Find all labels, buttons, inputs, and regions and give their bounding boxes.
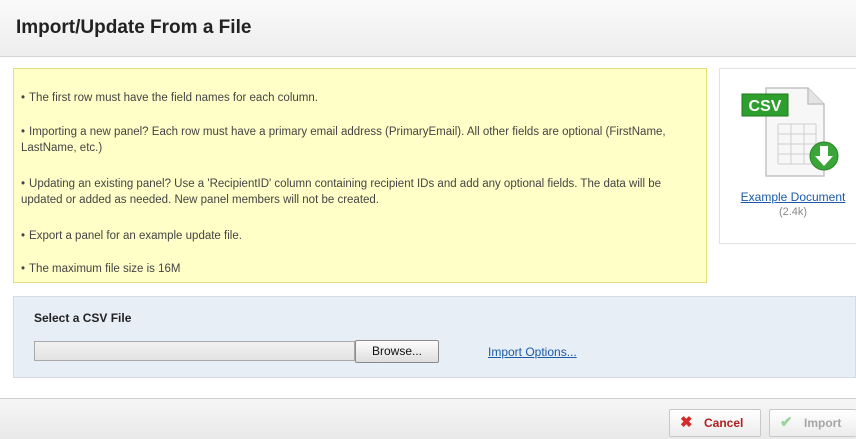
instruction-text: Export a panel for an example update fil… <box>29 230 242 242</box>
example-document-link[interactable]: Example Document <box>728 190 856 204</box>
checkmark-icon: ✔ <box>780 414 793 431</box>
bullet-icon: • <box>21 126 26 138</box>
instruction-text: Importing a new panel? Each row must hav… <box>21 126 666 154</box>
dialog-header: Import/Update From a File <box>0 0 856 57</box>
csv-badge: CSV <box>749 98 782 115</box>
bullet-icon: • <box>21 263 26 275</box>
list-item: • The maximum file size is 16M <box>21 261 701 277</box>
example-document-size: (2.4k) <box>778 206 808 218</box>
list-item: • Updating an existing panel? Use a 'Reci… <box>21 176 701 208</box>
example-document-panel: CSV Example Document (2.4k) <box>719 68 856 244</box>
cancel-button[interactable]: ✖ Cancel <box>669 409 761 437</box>
import-options-link[interactable]: Import Options... <box>488 345 577 359</box>
dialog-title: Import/Update From a File <box>16 17 252 38</box>
bullet-icon: • <box>21 178 26 190</box>
file-path-input[interactable] <box>34 341 355 361</box>
import-label: Import <box>804 416 842 430</box>
list-item: • Importing a new panel? Each row must ha… <box>21 124 701 156</box>
dialog-footer: ✖ Cancel ✔ Import <box>0 398 856 439</box>
instruction-text: Updating an existing panel? Use a 'Recip… <box>21 178 661 206</box>
browse-button[interactable]: Browse... <box>355 340 439 363</box>
list-item: • Export a panel for an example update fi… <box>21 228 701 244</box>
file-select-label: Select a CSV File <box>34 311 132 325</box>
file-select-panel: Select a CSV File Browse... Import Optio… <box>13 296 856 378</box>
instructions-box: • The first row must have the field names… <box>13 68 707 283</box>
cancel-label: Cancel <box>704 416 744 430</box>
csv-file-download-icon[interactable]: CSV <box>738 82 848 182</box>
x-icon: ✖ <box>680 414 693 431</box>
instruction-text: The maximum file size is 16M <box>29 263 181 275</box>
import-button[interactable]: ✔ Import <box>769 409 856 437</box>
bullet-icon: • <box>21 92 26 104</box>
bullet-icon: • <box>21 230 26 242</box>
list-item: • The first row must have the field names… <box>21 90 701 106</box>
instruction-text: The first row must have the field names … <box>29 92 318 104</box>
